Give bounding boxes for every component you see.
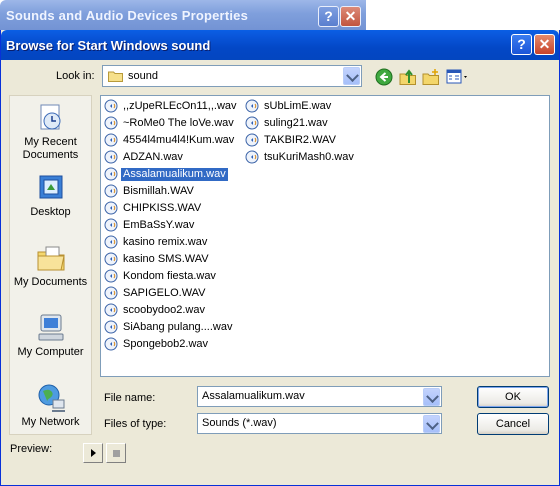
wav-sound-icon (104, 150, 118, 164)
wav-sound-icon (104, 167, 118, 181)
file-name: SiAbang pulang....wav (123, 321, 233, 333)
files-of-type-value: Sounds (*.wav) (202, 417, 277, 429)
wav-sound-icon (104, 201, 118, 215)
place-my-computer[interactable]: My Computer (10, 312, 91, 359)
file-name-value: Assalamualikum.wav (202, 390, 305, 402)
files-of-type-combo[interactable]: Sounds (*.wav) (197, 413, 442, 434)
view-menu-icon[interactable] (446, 68, 470, 86)
wav-sound-icon (104, 218, 118, 232)
file-name: Kondom fiesta.wav (123, 270, 216, 282)
file-name: ,,zUpeRLEcOn11,,.wav (123, 100, 237, 112)
back-icon[interactable] (375, 68, 393, 86)
chevron-down-icon[interactable] (423, 388, 440, 406)
place-recent-documents[interactable]: My Recent Documents (10, 102, 91, 162)
place-label: My Documents (13, 276, 88, 288)
file-name: scoobydoo2.wav (123, 304, 205, 316)
ok-button[interactable]: OK (477, 386, 549, 408)
file-name-label: File name: (104, 392, 156, 404)
parent-window-titlebar: Sounds and Audio Devices Properties ? ✕ (0, 0, 366, 30)
dialog-title: Browse for Start Windows sound (6, 38, 211, 53)
my-documents-icon (37, 246, 65, 271)
parent-help-button[interactable]: ? (318, 6, 339, 27)
chevron-down-icon[interactable] (343, 67, 360, 85)
file-name: ~RoMe0 The loVe.wav (123, 117, 234, 129)
stop-icon (113, 450, 120, 457)
play-icon (91, 449, 96, 457)
file-name: 4554l4mu4l4!Kum.wav (123, 134, 235, 146)
place-my-network[interactable]: My Network (10, 382, 91, 429)
desktop-icon (39, 175, 62, 199)
look-in-label: Look in: (56, 70, 95, 82)
file-list[interactable]: ,,zUpeRLEcOn11,,.wav ~RoMe0 The loVe.wav 4… (100, 95, 550, 377)
browse-dialog: Browse for Start Windows sound ? ✕ Look … (0, 30, 560, 486)
parent-close-button[interactable]: ✕ (340, 6, 361, 27)
place-label: My Network (21, 416, 80, 428)
place-label: My Computer (17, 346, 84, 358)
wav-sound-icon (245, 150, 259, 164)
stop-button[interactable] (106, 443, 126, 463)
wav-sound-icon (104, 320, 118, 334)
my-network-icon (38, 384, 65, 412)
look-in-combo[interactable]: sound (102, 65, 362, 87)
wav-sound-icon (104, 99, 118, 113)
file-name: ADZAN.wav (123, 151, 183, 163)
recent-documents-icon (40, 104, 60, 130)
file-name: kasino SMS.WAV (123, 253, 209, 265)
cancel-button[interactable]: Cancel (477, 413, 549, 435)
place-label: My Recent Documents (22, 136, 79, 161)
file-name: kasino remix.wav (123, 236, 208, 248)
up-folder-icon[interactable] (399, 68, 417, 86)
wav-sound-icon (104, 252, 118, 266)
wav-sound-icon (104, 286, 118, 300)
file-name: tsuKuriMash0.wav (264, 151, 354, 163)
parent-window-title: Sounds and Audio Devices Properties (6, 8, 249, 23)
wav-sound-icon (245, 99, 259, 113)
file-name: Bismillah.WAV (123, 185, 194, 197)
file-name-combo[interactable]: Assalamualikum.wav (197, 386, 442, 407)
file-name: Assalamualikum.wav (121, 168, 228, 181)
wav-sound-icon (104, 303, 118, 317)
wav-sound-icon (245, 116, 259, 130)
file-name: CHIPKISS.WAV (123, 202, 202, 214)
file-name: sUbLimE.wav (264, 100, 332, 112)
play-button[interactable] (83, 443, 103, 463)
chevron-down-icon[interactable] (423, 415, 440, 433)
place-label: Desktop (30, 206, 71, 218)
file-name: EmBaSsY.wav (123, 219, 195, 231)
file-name: TAKBIR2.WAV (264, 134, 336, 146)
look-in-value: sound (128, 70, 158, 82)
my-computer-icon (38, 314, 63, 341)
file-name: Spongebob2.wav (123, 338, 209, 350)
folder-icon (108, 71, 123, 82)
wav-sound-icon (104, 337, 118, 351)
wav-sound-icon (245, 133, 259, 147)
file-name: suling21.wav (264, 117, 328, 129)
wav-sound-icon (104, 184, 118, 198)
dialog-titlebar[interactable]: Browse for Start Windows sound ? ✕ (1, 30, 559, 60)
places-bar: My Recent Documents Desktop My Documents (9, 95, 92, 435)
file-name: SAPIGELO.WAV (123, 287, 206, 299)
wav-sound-icon (104, 235, 118, 249)
place-my-documents[interactable]: My Documents (10, 242, 91, 289)
close-button[interactable]: ✕ (534, 34, 555, 55)
place-desktop[interactable]: Desktop (10, 172, 91, 219)
help-button[interactable]: ? (511, 34, 532, 55)
new-folder-icon[interactable] (422, 68, 440, 86)
preview-label: Preview: (10, 443, 53, 455)
wav-sound-icon (104, 116, 118, 130)
wav-sound-icon (104, 133, 118, 147)
wav-sound-icon (104, 269, 118, 283)
files-of-type-label: Files of type: (104, 418, 167, 430)
